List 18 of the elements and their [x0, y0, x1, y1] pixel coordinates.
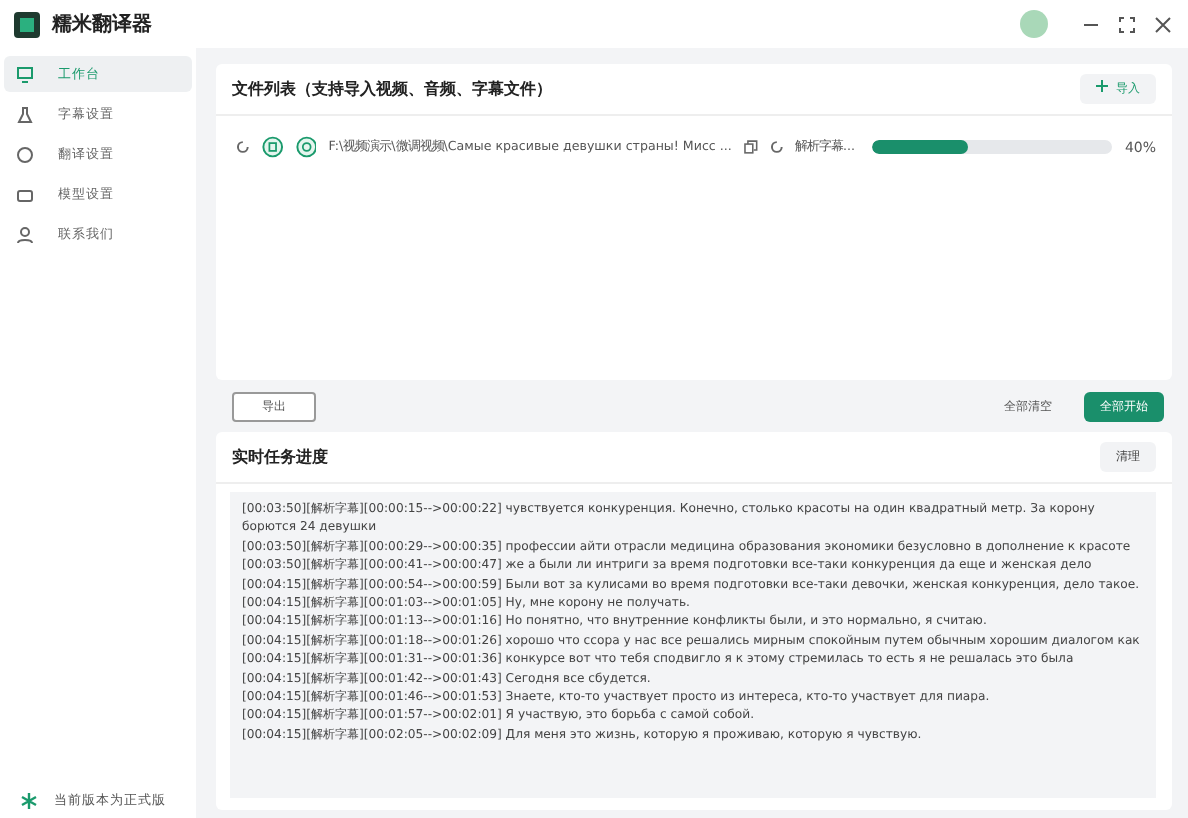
file-list-title: 文件列表（支持导入视频、音频、字幕文件）	[232, 78, 552, 100]
circle-icon	[16, 145, 34, 163]
window-title: 糯米翻译器	[52, 11, 152, 38]
monitor-icon	[16, 65, 34, 83]
spinner-icon	[236, 140, 250, 154]
maximize-icon[interactable]	[1118, 15, 1136, 33]
app-logo-icon	[14, 11, 40, 37]
task-progress-title: 实时任务进度	[232, 446, 328, 468]
spinner-icon	[769, 140, 784, 154]
flask-icon	[16, 105, 34, 123]
box-icon	[16, 185, 34, 203]
delete-icon[interactable]	[261, 136, 284, 158]
person-icon	[16, 225, 34, 243]
copy-icon[interactable]	[743, 140, 758, 154]
settings-icon[interactable]	[295, 136, 317, 158]
plus-icon	[1096, 80, 1108, 92]
close-icon[interactable]	[1154, 15, 1172, 33]
asterisk-icon	[20, 792, 38, 810]
